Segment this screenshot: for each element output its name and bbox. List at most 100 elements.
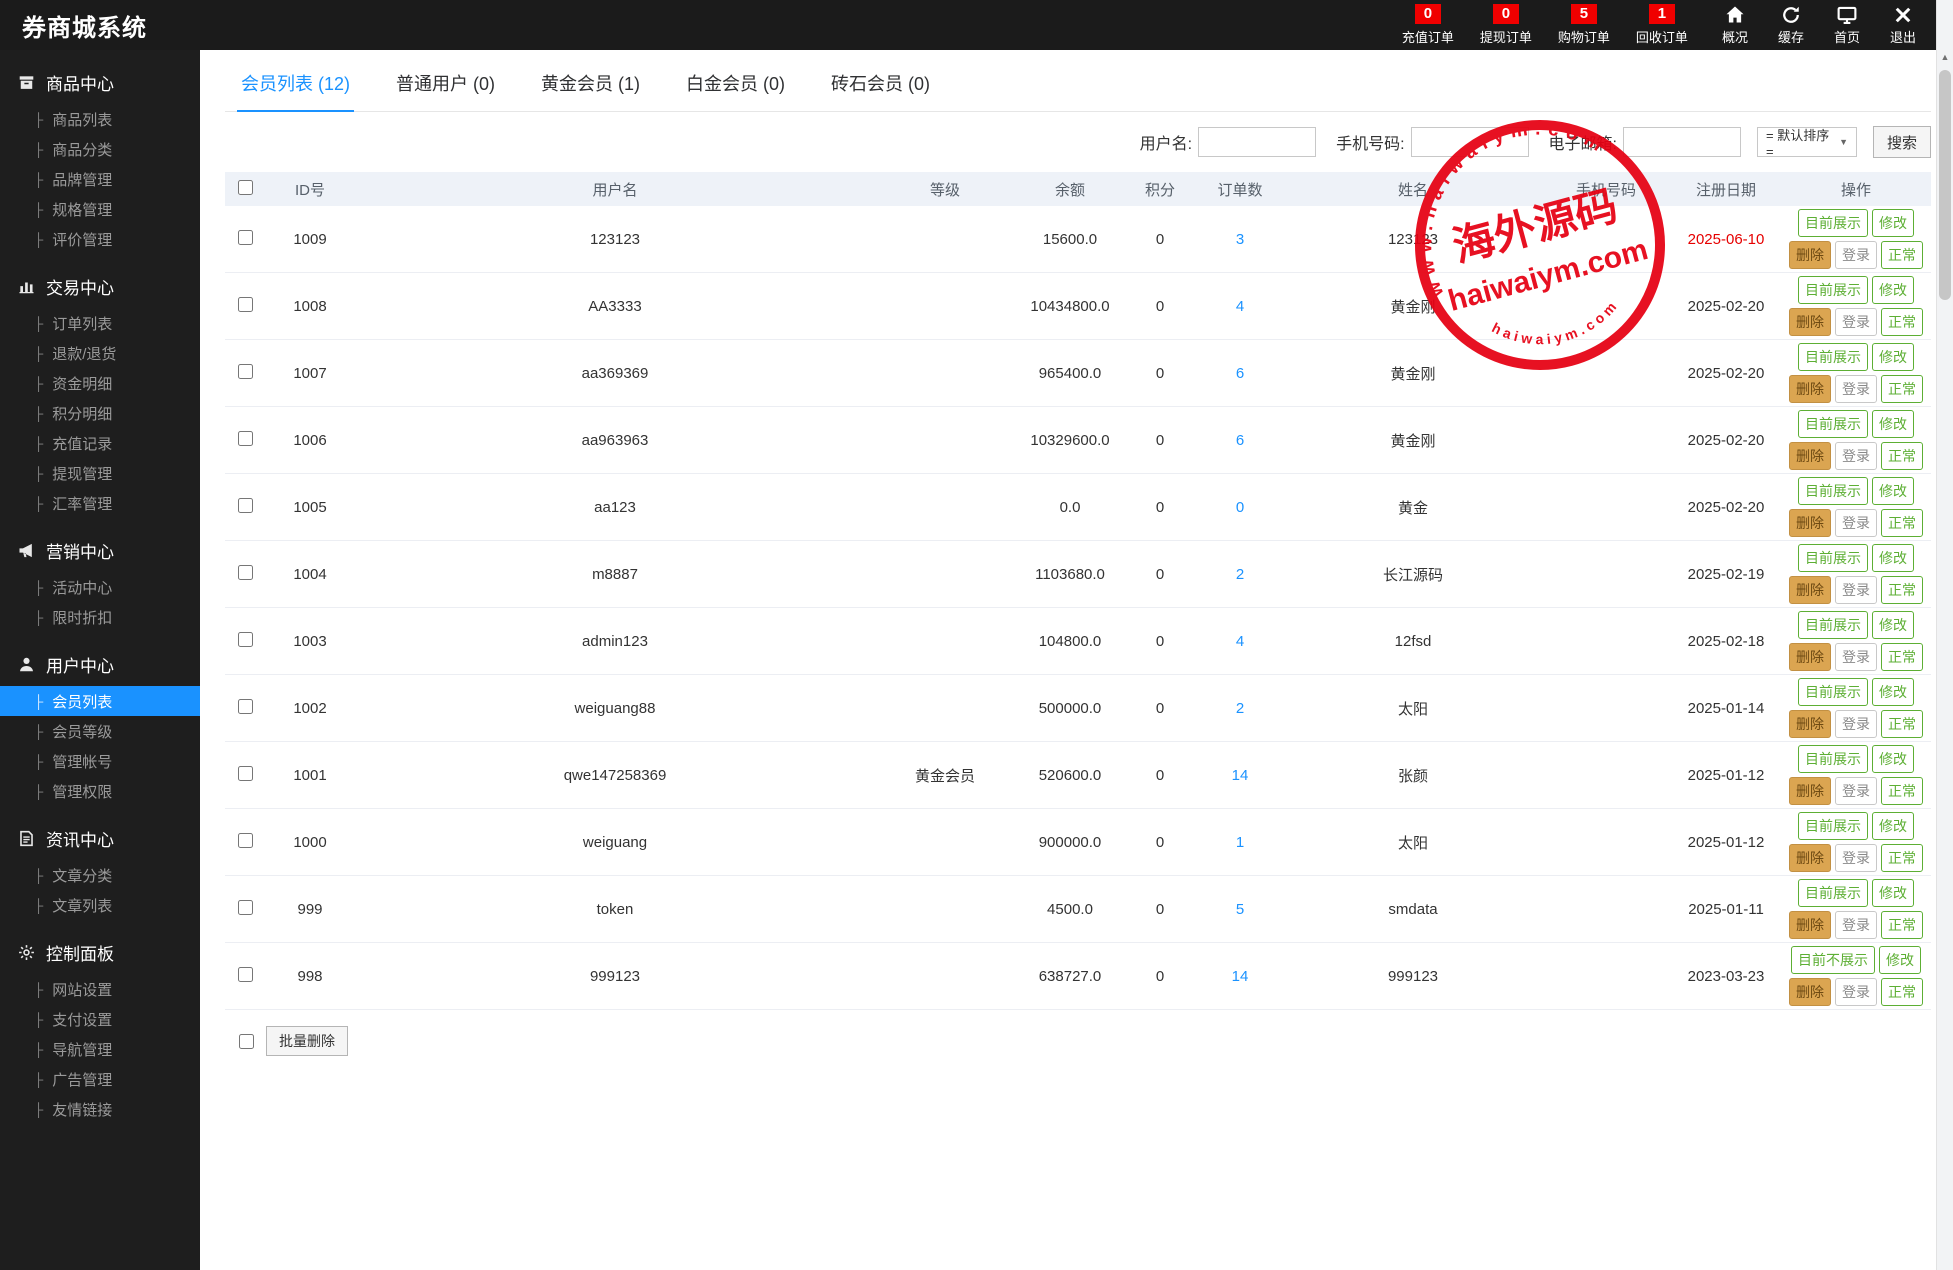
status-button[interactable]: 正常 <box>1881 241 1923 269</box>
header-action-cache[interactable]: 缓存 <box>1778 4 1804 46</box>
modify-button[interactable]: 修改 <box>1872 544 1914 572</box>
tab-4[interactable]: 砖石会员 (0) <box>827 70 934 111</box>
delete-button[interactable]: 删除 <box>1789 442 1831 470</box>
toggle-display-button[interactable]: 目前展示 <box>1798 611 1868 639</box>
orders-link[interactable]: 4 <box>1236 298 1244 315</box>
orders-link[interactable]: 14 <box>1232 968 1249 985</box>
sidebar-item[interactable]: ├资金明细 <box>0 368 200 398</box>
login-button[interactable]: 登录 <box>1835 509 1877 537</box>
row-checkbox[interactable] <box>238 699 253 714</box>
login-button[interactable]: 登录 <box>1835 643 1877 671</box>
scroll-thumb[interactable] <box>1939 70 1951 300</box>
delete-button[interactable]: 删除 <box>1789 308 1831 336</box>
login-button[interactable]: 登录 <box>1835 308 1877 336</box>
sidebar-section-head[interactable]: 商品中心 <box>0 58 200 104</box>
modify-button[interactable]: 修改 <box>1872 209 1914 237</box>
header-action-homepage[interactable]: 首页 <box>1834 4 1860 46</box>
toggle-display-button[interactable]: 目前展示 <box>1798 812 1868 840</box>
sort-select[interactable]: = 默认排序 = ▼ <box>1757 127 1857 157</box>
toggle-display-button[interactable]: 目前展示 <box>1798 879 1868 907</box>
sidebar-section-head[interactable]: 资讯中心 <box>0 814 200 860</box>
page-scrollbar[interactable]: ▲ <box>1936 0 1953 1270</box>
sidebar-item[interactable]: ├积分明细 <box>0 398 200 428</box>
sidebar-item[interactable]: ├品牌管理 <box>0 164 200 194</box>
modify-button[interactable]: 修改 <box>1872 678 1914 706</box>
status-button[interactable]: 正常 <box>1881 576 1923 604</box>
sidebar-item[interactable]: ├文章分类 <box>0 860 200 890</box>
bulk-delete-button[interactable]: 批量删除 <box>266 1026 348 1056</box>
modify-button[interactable]: 修改 <box>1872 879 1914 907</box>
row-checkbox[interactable] <box>238 498 253 513</box>
login-button[interactable]: 登录 <box>1835 710 1877 738</box>
modify-button[interactable]: 修改 <box>1872 477 1914 505</box>
row-checkbox[interactable] <box>238 900 253 915</box>
login-button[interactable]: 登录 <box>1835 442 1877 470</box>
toggle-display-button[interactable]: 目前展示 <box>1798 343 1868 371</box>
orders-link[interactable]: 6 <box>1236 432 1244 449</box>
status-button[interactable]: 正常 <box>1881 978 1923 1006</box>
delete-button[interactable]: 删除 <box>1789 643 1831 671</box>
sidebar-item[interactable]: ├提现管理 <box>0 458 200 488</box>
header-action-overview[interactable]: 概况 <box>1722 4 1748 46</box>
modify-button[interactable]: 修改 <box>1872 410 1914 438</box>
header-stat[interactable]: 1回收订单 <box>1636 4 1688 47</box>
orders-link[interactable]: 14 <box>1232 767 1249 784</box>
tab-0[interactable]: 会员列表 (12) <box>237 70 354 112</box>
login-button[interactable]: 登录 <box>1835 375 1877 403</box>
toggle-display-button[interactable]: 目前展示 <box>1798 209 1868 237</box>
status-button[interactable]: 正常 <box>1881 777 1923 805</box>
sidebar-item[interactable]: ├限时折扣 <box>0 602 200 632</box>
row-checkbox[interactable] <box>238 565 253 580</box>
login-button[interactable]: 登录 <box>1835 241 1877 269</box>
status-button[interactable]: 正常 <box>1881 844 1923 872</box>
login-button[interactable]: 登录 <box>1835 777 1877 805</box>
login-button[interactable]: 登录 <box>1835 844 1877 872</box>
search-button[interactable]: 搜索 <box>1873 126 1931 158</box>
toggle-display-button[interactable]: 目前不展示 <box>1791 946 1875 974</box>
delete-button[interactable]: 删除 <box>1789 241 1831 269</box>
toggle-display-button[interactable]: 目前展示 <box>1798 544 1868 572</box>
row-checkbox[interactable] <box>238 766 253 781</box>
scroll-up-arrow[interactable]: ▲ <box>1937 48 1953 66</box>
login-button[interactable]: 登录 <box>1835 576 1877 604</box>
sidebar-item[interactable]: ├商品分类 <box>0 134 200 164</box>
tab-2[interactable]: 黄金会员 (1) <box>537 70 644 111</box>
sidebar-item[interactable]: ├导航管理 <box>0 1034 200 1064</box>
modify-button[interactable]: 修改 <box>1872 343 1914 371</box>
orders-link[interactable]: 6 <box>1236 365 1244 382</box>
email-input[interactable] <box>1623 127 1741 157</box>
orders-link[interactable]: 4 <box>1236 633 1244 650</box>
tab-1[interactable]: 普通用户 (0) <box>392 70 499 111</box>
delete-button[interactable]: 删除 <box>1789 978 1831 1006</box>
sidebar-item[interactable]: ├订单列表 <box>0 308 200 338</box>
status-button[interactable]: 正常 <box>1881 308 1923 336</box>
sidebar-item[interactable]: ├文章列表 <box>0 890 200 920</box>
toggle-display-button[interactable]: 目前展示 <box>1798 276 1868 304</box>
sidebar-item[interactable]: ├充值记录 <box>0 428 200 458</box>
toggle-display-button[interactable]: 目前展示 <box>1798 410 1868 438</box>
status-button[interactable]: 正常 <box>1881 442 1923 470</box>
sidebar-item[interactable]: ├管理帐号 <box>0 746 200 776</box>
header-stat[interactable]: 0充值订单 <box>1402 4 1454 47</box>
sidebar-item[interactable]: ├汇率管理 <box>0 488 200 518</box>
sidebar-item[interactable]: ├广告管理 <box>0 1064 200 1094</box>
status-button[interactable]: 正常 <box>1881 509 1923 537</box>
sidebar-item[interactable]: ├会员列表 <box>0 686 200 716</box>
orders-link[interactable]: 2 <box>1236 566 1244 583</box>
select-all-checkbox[interactable] <box>238 180 253 195</box>
delete-button[interactable]: 删除 <box>1789 710 1831 738</box>
orders-link[interactable]: 2 <box>1236 700 1244 717</box>
delete-button[interactable]: 删除 <box>1789 911 1831 939</box>
orders-link[interactable]: 5 <box>1236 901 1244 918</box>
status-button[interactable]: 正常 <box>1881 643 1923 671</box>
row-checkbox[interactable] <box>238 364 253 379</box>
row-checkbox[interactable] <box>238 431 253 446</box>
delete-button[interactable]: 删除 <box>1789 844 1831 872</box>
username-input[interactable] <box>1198 127 1316 157</box>
delete-button[interactable]: 删除 <box>1789 375 1831 403</box>
sidebar-item[interactable]: ├退款/退货 <box>0 338 200 368</box>
sidebar-section-head[interactable]: 控制面板 <box>0 928 200 974</box>
status-button[interactable]: 正常 <box>1881 911 1923 939</box>
sidebar-item[interactable]: ├活动中心 <box>0 572 200 602</box>
orders-link[interactable]: 0 <box>1236 499 1244 516</box>
